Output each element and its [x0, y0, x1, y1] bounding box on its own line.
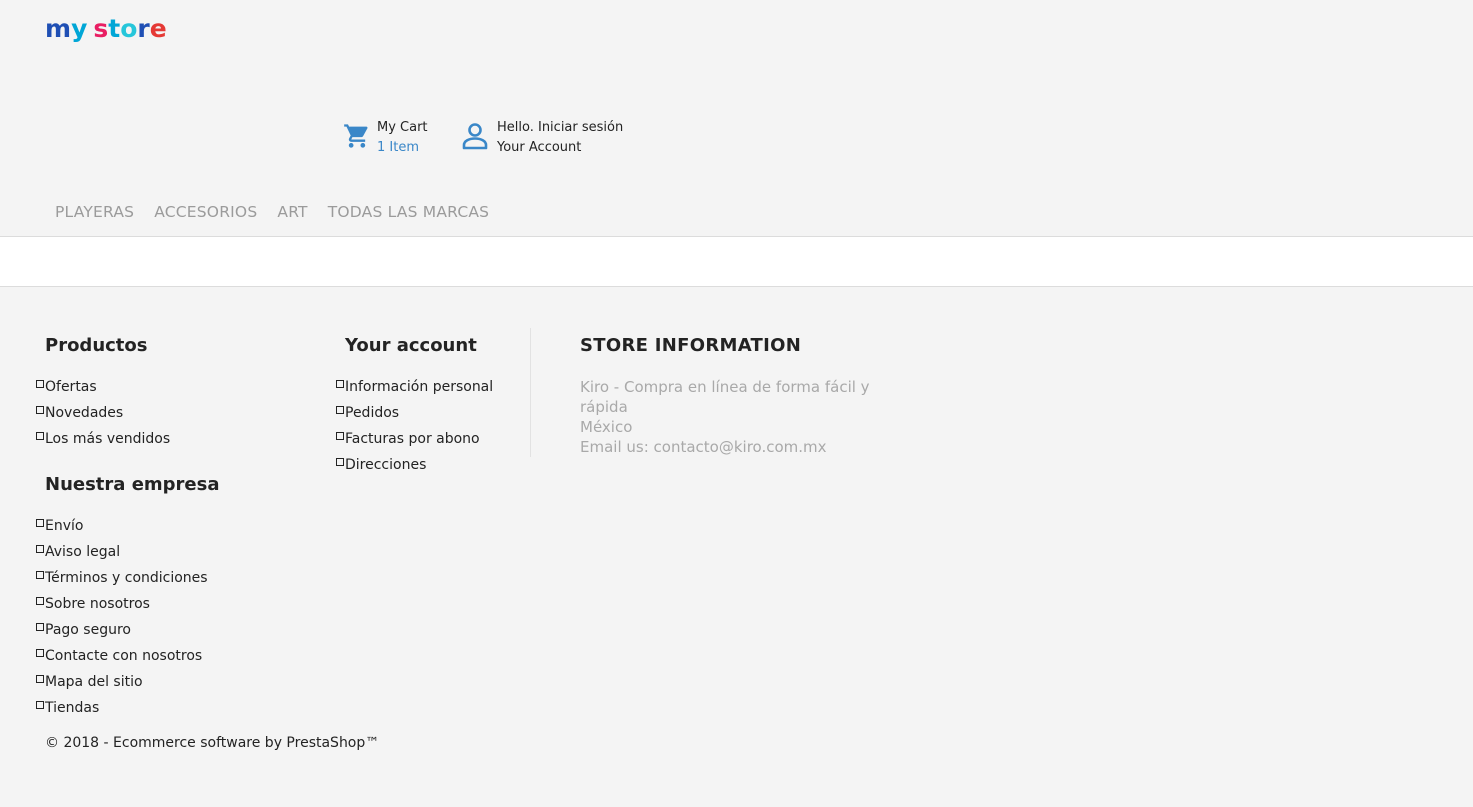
footer-link-tiendas[interactable]: Tiendas [36, 695, 208, 721]
checkbox-icon [36, 519, 44, 527]
checkbox-icon [36, 432, 44, 440]
footer-link-pago-seguro[interactable]: Pago seguro [36, 617, 208, 643]
logo-letter: t [108, 14, 121, 43]
store-info-description: Kiro - Compra en línea de forma fácil y … [580, 378, 870, 416]
footer-list-productos: Ofertas Novedades Los más vendidos [36, 374, 170, 452]
checkbox-icon [36, 380, 44, 388]
account-label: Your Account [497, 140, 582, 155]
main-menu: PLAYERAS ACCESORIOS ART TODAS LAS MARCAS [55, 203, 489, 221]
footer-list-account: Información personal Pedidos Facturas po… [336, 374, 493, 478]
menu-item-playeras[interactable]: PLAYERAS [55, 203, 134, 221]
checkbox-icon [336, 380, 344, 388]
link-label: Sobre nosotros [45, 596, 150, 612]
logo-letter: o [120, 14, 138, 43]
store-info-email[interactable]: Email us: contacto@kiro.com.mx [580, 437, 880, 457]
link-label: Los más vendidos [45, 431, 171, 447]
checkbox-icon [36, 649, 44, 657]
checkbox-icon [36, 597, 44, 605]
footer-divider [530, 328, 531, 457]
footer-link-sobre-nosotros[interactable]: Sobre nosotros [36, 591, 208, 617]
footer-link-terminos[interactable]: Términos y condiciones [36, 565, 208, 591]
link-label: Contacte con nosotros [45, 648, 203, 664]
link-label: Pedidos [345, 405, 400, 421]
cart-button[interactable]: My Cart 1 Item [343, 118, 428, 158]
checkbox-icon [36, 675, 44, 683]
link-label: Facturas por abono [345, 431, 480, 447]
checkbox-icon [36, 623, 44, 631]
footer-link-envio[interactable]: Envío [36, 513, 208, 539]
footer-link-ofertas[interactable]: Ofertas [36, 374, 170, 400]
menu-item-accesorios[interactable]: ACCESORIOS [154, 203, 257, 221]
footer-link-aviso-legal[interactable]: Aviso legal [36, 539, 208, 565]
checkbox-icon [336, 406, 344, 414]
link-label: Mapa del sitio [45, 674, 143, 690]
content-area [0, 236, 1473, 287]
link-label: Pago seguro [45, 622, 131, 638]
checkbox-icon [36, 406, 44, 414]
checkbox-icon [36, 571, 44, 579]
user-icon [462, 123, 488, 150]
footer-link-novedades[interactable]: Novedades [36, 400, 170, 426]
link-label: Tiendas [45, 700, 100, 716]
menu-item-art[interactable]: ART [277, 203, 307, 221]
footer-link-contacte[interactable]: Contacte con nosotros [36, 643, 208, 669]
checkbox-icon [336, 458, 344, 466]
account-greeting: Hello. Iniciar sesión [497, 120, 624, 135]
cart-label: My Cart [377, 120, 428, 135]
checkbox-icon [36, 701, 44, 709]
footer-link-mas-vendidos[interactable]: Los más vendidos [36, 426, 170, 452]
store-logo[interactable]: my store [45, 14, 167, 48]
logo-letter: y [71, 14, 88, 43]
link-label: Ofertas [45, 379, 97, 395]
footer-link-informacion-personal[interactable]: Información personal [336, 374, 493, 400]
footer-link-direcciones[interactable]: Direcciones [336, 452, 493, 478]
store-info-country: México [580, 418, 633, 436]
store-info-title: STORE INFORMATION [580, 335, 802, 356]
footer-list-empresa: Envío Aviso legal Términos y condiciones… [36, 513, 208, 721]
link-label: Direcciones [345, 457, 427, 473]
footer-link-pedidos[interactable]: Pedidos [336, 400, 493, 426]
checkbox-icon [336, 432, 344, 440]
footer-title-productos: Productos [45, 335, 148, 356]
logo-letter: r [137, 14, 150, 43]
link-label: Novedades [45, 405, 124, 421]
checkbox-icon [36, 545, 44, 553]
footer-link-facturas[interactable]: Facturas por abono [336, 426, 493, 452]
logo-letter: m [45, 14, 72, 43]
store-info-block: Kiro - Compra en línea de forma fácil y … [580, 377, 880, 457]
link-label: Aviso legal [45, 544, 121, 560]
account-button[interactable]: Hello. Iniciar sesión Your Account [461, 118, 623, 158]
copyright[interactable]: © 2018 - Ecommerce software by PrestaSho… [45, 735, 379, 751]
cart-icon [344, 124, 368, 148]
link-label: Términos y condiciones [45, 570, 208, 586]
link-label: Información personal [345, 379, 494, 395]
footer-title-empresa: Nuestra empresa [45, 474, 220, 495]
footer-title-account[interactable]: Your account [345, 335, 477, 356]
logo-letter: s [93, 14, 109, 43]
footer-link-mapa[interactable]: Mapa del sitio [36, 669, 208, 695]
link-label: Envío [45, 518, 84, 534]
cart-count: 1 Item [377, 140, 419, 155]
menu-item-todas-las-marcas[interactable]: TODAS LAS MARCAS [328, 203, 490, 221]
logo-letter: e [149, 14, 167, 43]
